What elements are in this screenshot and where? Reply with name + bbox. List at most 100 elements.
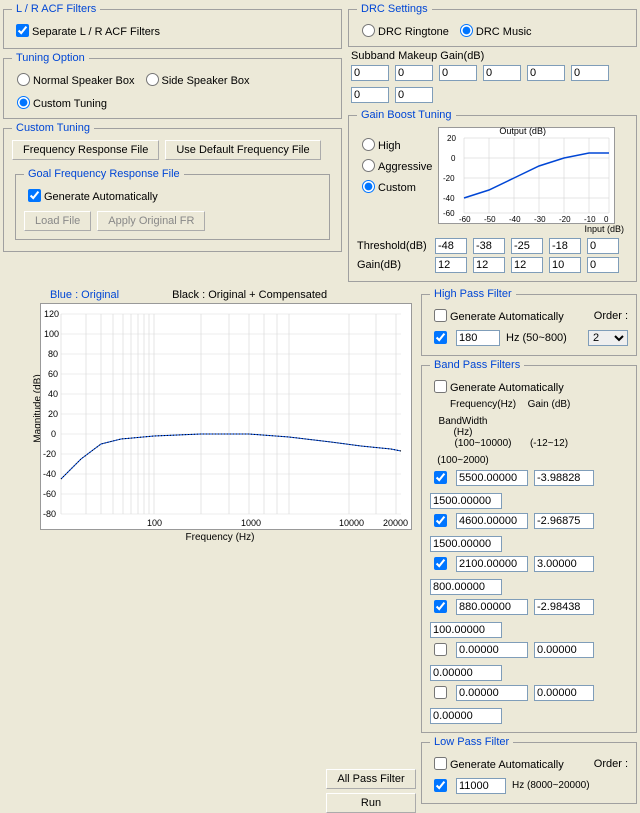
bpf-3-2[interactable] [430,622,502,638]
subband-3[interactable] [483,65,521,81]
threshold-4[interactable] [587,238,619,254]
bpf-3-1[interactable] [534,599,594,615]
svg-text:20: 20 [48,409,58,419]
hpf-enable[interactable] [434,331,447,344]
hpf-freq[interactable] [456,330,500,346]
gain-plot: 200-20-40-60 -60-50-40-30-20-100 Output … [438,127,615,224]
svg-text:20: 20 [447,134,456,143]
svg-text:0: 0 [604,215,609,223]
svg-text:40: 40 [48,389,58,399]
subband-6[interactable] [351,87,389,103]
threshold-2[interactable] [511,238,543,254]
bpf-enable-2[interactable] [434,557,447,570]
low-pass-filter: Low Pass Filter Generate AutomaticallyOr… [421,736,637,804]
svg-text:-60: -60 [443,209,455,218]
subband-4[interactable] [527,65,565,81]
svg-text:-40: -40 [43,469,56,479]
aggressive-radio[interactable]: Aggressive [357,156,432,173]
svg-text:0: 0 [51,429,56,439]
gain-1[interactable] [473,257,505,273]
svg-text:80: 80 [48,349,58,359]
default-file-btn[interactable] [165,140,320,160]
svg-text:100: 100 [44,329,59,339]
gain-2[interactable] [511,257,543,273]
svg-text:-60: -60 [459,215,471,223]
band-pass-filters: Band Pass Filters Generate Automatically… [421,359,637,733]
drc-music-radio[interactable]: DRC Music [455,21,532,38]
subband-0[interactable] [351,65,389,81]
bpf-5-1[interactable] [534,685,594,701]
bpf-3-0[interactable] [456,599,528,615]
subband-7[interactable] [395,87,433,103]
tuning-option: Tuning Option Normal Speaker Box Side Sp… [3,52,342,119]
svg-text:10000: 10000 [339,518,364,528]
bpf-1-0[interactable] [456,513,528,529]
legend-blue: Blue : Original [50,289,119,301]
lpf-freq[interactable] [456,778,506,794]
bpf-enable-0[interactable] [434,471,447,484]
high-pass-filter: High Pass Filter Generate AutomaticallyO… [421,288,637,356]
svg-text:0: 0 [451,154,456,163]
svg-text:-30: -30 [534,215,546,223]
bpf-5-0[interactable] [456,685,528,701]
gain-3[interactable] [549,257,581,273]
gain-boost-tuning: Gain Boost Tuning High Aggressive Custom… [348,109,637,282]
bpf-2-0[interactable] [456,556,528,572]
bpf-0-2[interactable] [430,493,502,509]
svg-text:-80: -80 [43,509,56,519]
bpf-2-2[interactable] [430,579,502,595]
all-pass-btn[interactable] [326,769,416,789]
svg-text:20000: 20000 [383,518,408,528]
bpf-4-2[interactable] [430,665,502,681]
bpf-enable-4[interactable] [434,643,447,656]
apply-fr-btn[interactable] [97,211,205,231]
high-radio[interactable]: High [357,135,432,152]
custom-gain-radio[interactable]: Custom [357,177,432,194]
custom-radio[interactable]: Custom Tuning [12,93,107,110]
custom-tuning: Custom Tuning Goal Frequency Response Fi… [3,122,342,252]
drc-settings: DRC Settings DRC Ringtone DRC Music [348,3,637,47]
bpf-enable-5[interactable] [434,686,447,699]
threshold-0[interactable] [435,238,467,254]
load-file-btn[interactable] [24,211,91,231]
bpf-5-2[interactable] [430,708,502,724]
svg-text:-50: -50 [484,215,496,223]
subband-1[interactable] [395,65,433,81]
run-btn[interactable] [326,793,416,813]
drc-ringtone-radio[interactable]: DRC Ringtone [357,21,449,38]
main-plot: 120100806040200-20-40-60-80 100100010000… [40,303,412,530]
separate-checkbox[interactable]: Separate L / R ACF Filters [12,26,160,38]
bpf-1-1[interactable] [534,513,594,529]
bpf-enable-1[interactable] [434,514,447,527]
freq-file-btn[interactable] [12,140,159,160]
bpf-0-1[interactable] [534,470,594,486]
gen-auto-checkbox[interactable]: Generate Automatically [24,191,158,203]
svg-text:-40: -40 [509,215,521,223]
normal-radio[interactable]: Normal Speaker Box [12,70,135,87]
lpf-enable[interactable] [434,779,447,792]
bpf-4-1[interactable] [534,642,594,658]
gain-0[interactable] [435,257,467,273]
svg-text:100: 100 [147,518,162,528]
svg-text:60: 60 [48,369,58,379]
bpf-auto[interactable]: Generate Automatically [430,382,564,394]
svg-text:-20: -20 [443,174,455,183]
subband-2[interactable] [439,65,477,81]
bpf-0-0[interactable] [456,470,528,486]
threshold-1[interactable] [473,238,505,254]
hpf-order[interactable]: 2 [588,330,628,346]
legend-black: Black : Original + Compensated [172,289,327,301]
hpf-auto[interactable]: Generate Automatically [430,306,564,325]
goal-freq-file: Goal Frequency Response File Generate Au… [15,168,330,240]
svg-text:120: 120 [44,309,59,319]
side-radio[interactable]: Side Speaker Box [141,70,250,87]
threshold-3[interactable] [549,238,581,254]
subband-5[interactable] [571,65,609,81]
lpf-auto[interactable]: Generate Automatically [430,754,564,773]
bpf-4-0[interactable] [456,642,528,658]
bpf-enable-3[interactable] [434,600,447,613]
bpf-1-2[interactable] [430,536,502,552]
subband-label: Subband Makeup Gain(dB) [351,50,484,62]
gain-4[interactable] [587,257,619,273]
bpf-2-1[interactable] [534,556,594,572]
